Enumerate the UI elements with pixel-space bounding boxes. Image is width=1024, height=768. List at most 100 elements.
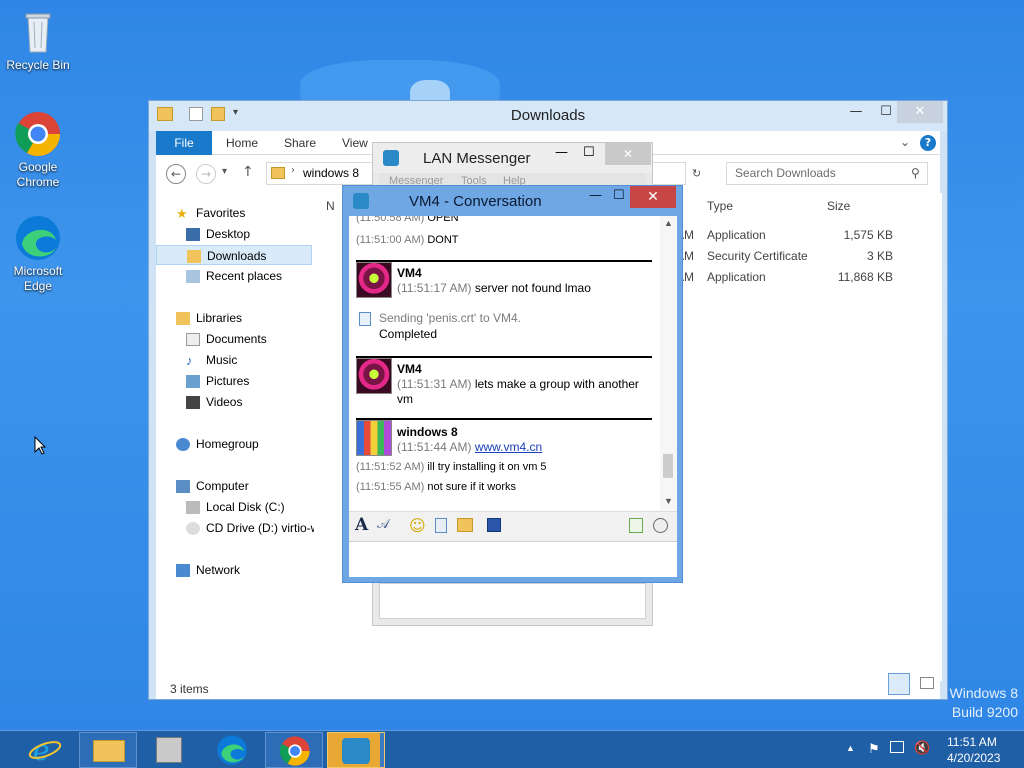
nav-label: Documents — [206, 332, 267, 346]
minimize-button[interactable]: — — [555, 145, 568, 160]
desktop-icon-recycle-bin[interactable]: Recycle Bin — [2, 8, 74, 73]
message-history[interactable]: (11:50:58 AM) OPEN (11:51:00 AM) DONT VM… — [349, 216, 677, 511]
tab-share[interactable]: Share — [284, 131, 316, 155]
nav-videos[interactable]: Videos — [186, 392, 242, 412]
send-file-icon[interactable] — [435, 518, 447, 533]
search-icon: ⚲ — [911, 166, 920, 180]
details-view-icon[interactable] — [888, 673, 910, 695]
desktop-icon-google-chrome[interactable]: Google Chrome — [2, 110, 74, 190]
refresh-icon[interactable]: ↻ — [692, 167, 701, 180]
nav-network[interactable]: Network — [176, 560, 240, 580]
nav-label: Libraries — [196, 311, 243, 325]
up-button[interactable]: ↑ — [242, 164, 254, 180]
recent-locations-icon[interactable]: ▾ — [222, 166, 227, 177]
minimize-button[interactable]: — — [589, 188, 602, 203]
nav-homegroup[interactable]: Homegroup — [176, 434, 259, 454]
message-text-continued: vm — [397, 392, 413, 406]
back-button[interactable]: ← — [166, 164, 186, 184]
clock-date[interactable]: 4/20/2023 — [947, 751, 1000, 765]
documents-icon — [186, 333, 200, 347]
nav-documents[interactable]: Documents — [186, 329, 267, 349]
breadcrumb-item[interactable]: windows 8 — [303, 166, 359, 180]
scroll-up-icon[interactable]: ▲ — [664, 218, 673, 228]
scrollbar-thumb[interactable] — [663, 454, 673, 478]
nav-label: Desktop — [206, 227, 251, 241]
forward-button[interactable]: → — [196, 164, 216, 184]
search-input[interactable]: Search Downloads — [726, 162, 928, 185]
nav-downloads[interactable]: Downloads — [156, 245, 312, 265]
nav-label: Local Disk (C:) — [206, 500, 285, 514]
taskbar-lan-messenger[interactable] — [327, 732, 385, 768]
column-header-name[interactable]: N — [326, 199, 335, 213]
expand-ribbon-icon[interactable]: ⌄ — [900, 135, 910, 149]
homegroup-icon — [176, 438, 190, 452]
message-input[interactable] — [349, 541, 677, 577]
tab-view[interactable]: View — [342, 131, 368, 155]
emoticon-icon[interactable]: ☺ — [409, 516, 426, 535]
taskbar-file-explorer[interactable] — [79, 732, 137, 768]
clock-time[interactable]: 11:51 AM — [947, 735, 997, 749]
taskbar-installer[interactable] — [140, 732, 198, 768]
message-timestamp: (11:51:00 AM) — [356, 234, 425, 246]
close-button[interactable]: ✕ — [630, 186, 676, 208]
nav-libraries[interactable]: Libraries — [176, 308, 242, 328]
message-timestamp: (11:51:52 AM) — [356, 461, 425, 473]
font-color-icon[interactable]: 𝒜 — [377, 517, 389, 532]
nav-cd-drive[interactable]: CD Drive (D:) virtio-w — [186, 518, 314, 538]
action-center-flag-icon[interactable]: ⚑ — [868, 741, 880, 757]
help-icon[interactable]: ? — [920, 135, 936, 151]
nav-desktop[interactable]: Desktop — [186, 224, 250, 244]
taskbar-microsoft-edge[interactable] — [203, 732, 261, 768]
windows8-avatar — [356, 420, 392, 456]
message-format-toolbar: A 𝒜 ☺ — [349, 511, 677, 541]
maximize-button[interactable]: ☐ — [613, 188, 625, 203]
videos-icon — [186, 396, 200, 410]
message-scrollbar[interactable]: ▲ ▼ — [660, 216, 677, 511]
desktop-icon-label: Recycle Bin — [6, 58, 70, 72]
cell-type: Application — [707, 228, 766, 242]
taskbar-google-chrome[interactable] — [265, 732, 323, 768]
message-line: (11:51:17 AM) server not found lmao — [397, 281, 591, 295]
explorer-title-bar[interactable]: ▾ Downloads — ☐ ✕ — [149, 101, 947, 131]
recent-places-icon — [186, 270, 200, 284]
message-link[interactable]: www.vm4.cn — [475, 440, 542, 454]
nav-recent-places[interactable]: Recent places — [186, 266, 282, 286]
network-icon — [176, 564, 190, 578]
large-icons-view-icon[interactable] — [920, 677, 934, 689]
desktop-icon-microsoft-edge[interactable]: Microsoft Edge — [2, 214, 74, 294]
close-button[interactable]: ✕ — [897, 101, 943, 123]
show-hidden-icons-icon[interactable]: ▲ — [846, 743, 855, 753]
column-header-size[interactable]: Size — [827, 199, 850, 213]
history-icon[interactable] — [653, 518, 668, 533]
message-sender: VM4 — [397, 266, 422, 280]
column-header-type[interactable]: Type — [707, 199, 733, 213]
message-timestamp: (11:51:55 AM) — [356, 481, 425, 493]
network-icon[interactable] — [890, 741, 904, 753]
tab-file[interactable]: File — [156, 131, 212, 155]
close-button[interactable]: ✕ — [605, 143, 651, 165]
nav-music[interactable]: ♪ Music — [186, 350, 237, 370]
watermark-line: Build 9200 — [951, 704, 1018, 720]
nav-favorites[interactable]: ★ Favorites — [176, 203, 245, 223]
message-text: server not found lmao — [474, 281, 591, 295]
maximize-button[interactable]: ☐ — [583, 145, 595, 160]
edge-icon — [217, 735, 247, 765]
minimize-button[interactable]: — — [841, 101, 871, 123]
message-text: DONT — [427, 234, 459, 246]
taskbar-internet-explorer[interactable]: e — [16, 732, 74, 768]
nav-computer[interactable]: Computer — [176, 476, 249, 496]
broadcast-icon[interactable] — [629, 518, 643, 533]
tab-home[interactable]: Home — [226, 131, 258, 155]
nav-pictures[interactable]: Pictures — [186, 371, 249, 391]
vm4-avatar — [356, 262, 392, 298]
cell-size: 11,868 KB — [837, 270, 893, 284]
scroll-down-icon[interactable]: ▼ — [664, 496, 673, 506]
lan-messenger-title-bar[interactable]: LAN Messenger — ☐ ✕ — [373, 143, 652, 173]
volume-muted-icon[interactable]: 🔇 — [914, 740, 930, 756]
windows-build-watermark: Windows 8 Build 9200 — [950, 684, 1018, 722]
send-folder-icon[interactable] — [457, 518, 473, 532]
message-line: (11:51:00 AM) DONT — [356, 234, 459, 246]
nav-local-disk[interactable]: Local Disk (C:) — [186, 497, 285, 517]
font-icon[interactable]: A — [355, 515, 368, 535]
save-icon[interactable] — [487, 518, 501, 532]
